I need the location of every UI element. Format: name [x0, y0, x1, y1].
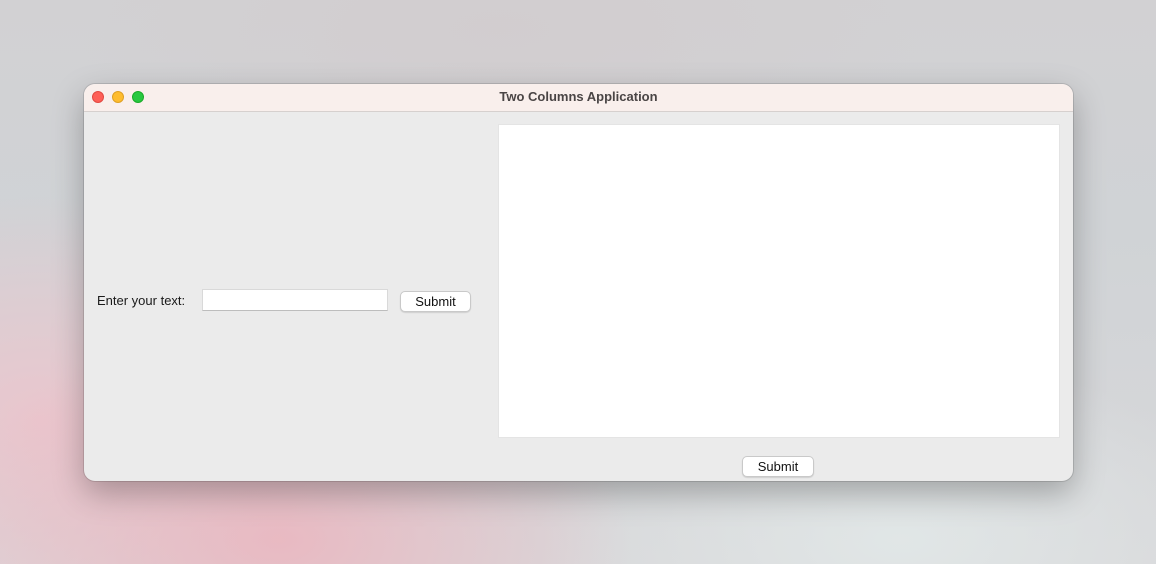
- text-area-submit-button[interactable]: Submit: [742, 456, 814, 477]
- text-entry-input[interactable]: [202, 289, 388, 311]
- text-entry-label: Enter your text:: [97, 293, 186, 308]
- entry-submit-button[interactable]: Submit: [400, 291, 471, 312]
- output-text-area[interactable]: [498, 124, 1060, 438]
- app-window: Two Columns Application Enter your text:…: [84, 84, 1073, 481]
- window-title: Two Columns Application: [499, 89, 658, 104]
- title-bar[interactable]: Two Columns Application: [84, 84, 1073, 112]
